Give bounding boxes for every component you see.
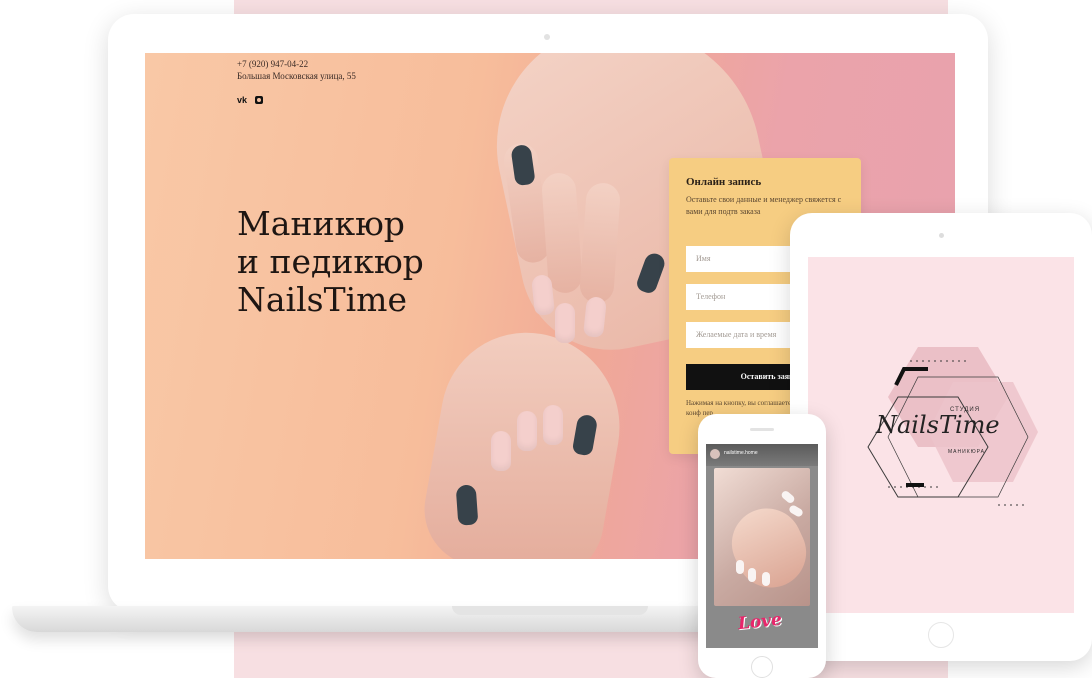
- story-photo: [714, 468, 818, 606]
- story-username[interactable]: nailstime.home: [724, 450, 758, 456]
- story-photo-nail: [780, 489, 796, 505]
- story-photo-nail: [787, 504, 805, 518]
- instagram-icon[interactable]: [255, 96, 264, 104]
- story-photo-nail: [748, 568, 756, 582]
- avatar[interactable]: [710, 449, 720, 459]
- phone-screen: nailstime.home Love: [706, 444, 818, 648]
- phone-speaker: [750, 428, 774, 431]
- logo-name: NailsTime: [876, 411, 1000, 439]
- vk-icon[interactable]: vk: [237, 95, 247, 105]
- logo-bottom-text: МАНИКЮРА: [948, 449, 986, 455]
- form-title: Онлайн запись: [686, 176, 762, 188]
- laptop-notch: [452, 606, 648, 615]
- phone-frame: nailstime.home Love: [698, 414, 826, 678]
- hero-photo-nail: [491, 431, 511, 471]
- story-photo-nail: [762, 572, 770, 586]
- hero-title-line: и педикюр: [237, 242, 424, 281]
- hero-title-line: NailsTime: [237, 280, 407, 319]
- hero-title: Маникюр и педикюр NailsTime: [237, 205, 424, 319]
- hero-photo-nail: [517, 411, 537, 451]
- story-photo-nail: [736, 560, 744, 574]
- contact-address: Большая Московская улица, 55: [237, 71, 356, 81]
- story-header: nailstime.home: [706, 444, 818, 466]
- nailstime-logo: СТУДИЯ NailsTime МАНИКЮРА: [848, 337, 1048, 537]
- hero-photo-nail: [543, 405, 563, 445]
- hero-photo-nail: [555, 303, 575, 343]
- tablet-home-button[interactable]: [928, 622, 954, 648]
- love-sticker: Love: [737, 609, 783, 635]
- laptop-camera: [544, 34, 550, 40]
- social-links: vk: [237, 95, 264, 105]
- tablet-screen: СТУДИЯ NailsTime МАНИКЮРА: [808, 257, 1074, 613]
- hero-photo-nail: [455, 484, 479, 526]
- contact-phone[interactable]: +7 (920) 947-04-22: [237, 59, 308, 69]
- tablet-camera: [939, 233, 944, 238]
- tablet-frame: СТУДИЯ NailsTime МАНИКЮРА: [790, 213, 1092, 661]
- phone-home-button[interactable]: [751, 656, 773, 678]
- hero-title-line: Маникюр: [237, 204, 405, 243]
